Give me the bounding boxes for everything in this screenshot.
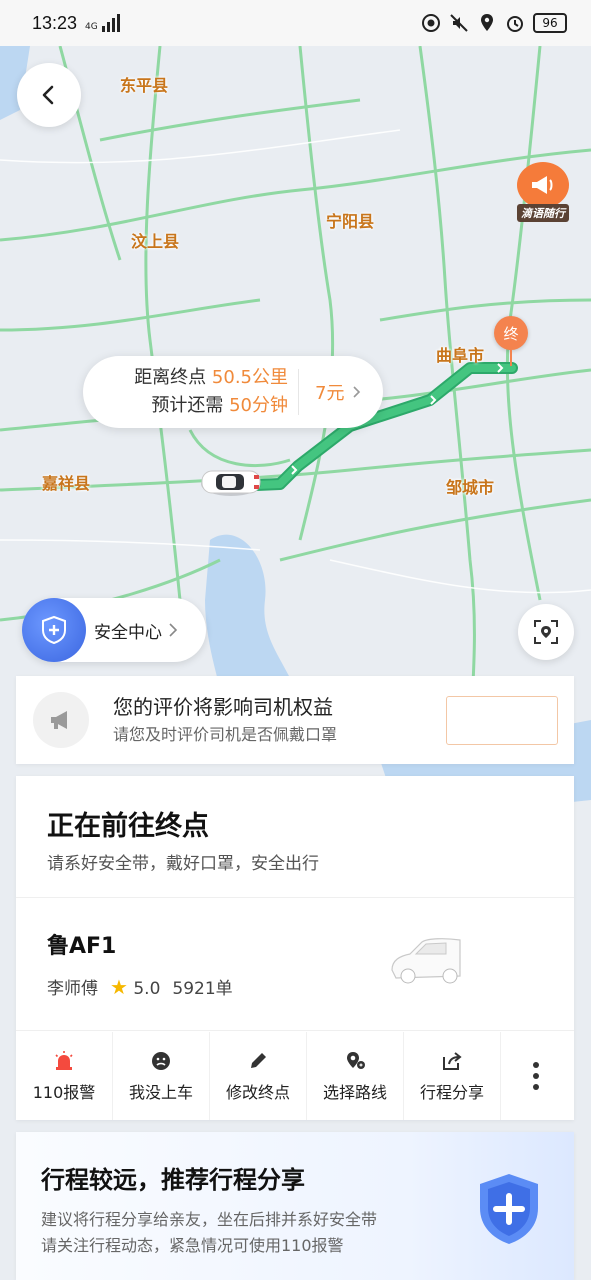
share-promo-card[interactable]: 行程较远，推荐行程分享 建议将行程分享给亲友，坐在后排并系好安全带 请关注行程动… — [16, 1132, 574, 1280]
record-icon — [422, 14, 440, 32]
time-remaining: 预计还需 50分钟 — [105, 392, 288, 420]
share-icon — [440, 1049, 464, 1073]
ride-status-hint: 请系好安全带，戴好口罩，安全出行 — [47, 854, 319, 874]
evaluation-prompt-card: 您的评价将影响司机权益 请您及时评价司机是否佩戴口罩 — [16, 676, 574, 764]
city-label: 东平县 — [120, 76, 169, 95]
shield-icon — [480, 1174, 538, 1244]
shield-icon — [22, 598, 86, 662]
divider — [16, 1030, 574, 1031]
evaluate-button[interactable] — [446, 696, 558, 745]
car-photo — [391, 938, 461, 984]
share-promo-line-2: 请关注行程动态，紧急情况可使用110报警 — [41, 1236, 344, 1255]
action-label: 修改终点 — [225, 1083, 290, 1102]
city-label: 汶上县 — [131, 232, 180, 251]
ride-status-card: 正在前往终点 请系好安全带，戴好口罩，安全出行 鲁AF1 李师傅 ★ 5.0 5… — [16, 776, 574, 1120]
driver-info: 李师傅 ★ 5.0 5921单 — [47, 974, 233, 1000]
back-button[interactable] — [17, 63, 81, 127]
police-110-button[interactable]: 110报警 — [16, 1032, 113, 1120]
chevron-right-icon — [353, 386, 361, 398]
share-trip-button[interactable]: 行程分享 — [404, 1032, 501, 1120]
not-boarded-button[interactable]: 我没上车 — [113, 1032, 210, 1120]
broadcast-tag: 滴语随行 — [517, 204, 569, 222]
locate-button[interactable] — [518, 604, 574, 660]
star-icon: ★ — [110, 974, 128, 999]
driver-name: 李师傅 — [47, 979, 98, 999]
megaphone-icon — [517, 162, 569, 208]
city-label: 宁阳县 — [326, 212, 375, 231]
time-value: 50分钟 — [229, 395, 288, 416]
sad-face-icon — [149, 1049, 173, 1073]
action-label: 我没上车 — [128, 1083, 193, 1102]
rating: ★ 5.0 — [110, 975, 160, 999]
ride-status-title: 正在前往终点 — [47, 811, 209, 842]
alarm-clock-icon — [507, 16, 523, 32]
city-label: 嘉祥县 — [42, 474, 91, 493]
destination-marker: 终 — [494, 316, 528, 370]
crosshair-icon — [534, 620, 558, 644]
clock: 13:23 — [32, 12, 78, 33]
distance-prefix: 距离终点 — [134, 367, 207, 388]
fare-amount: 7元 — [315, 383, 345, 404]
evaluation-subtitle: 请您及时评价司机是否佩戴口罩 — [113, 725, 338, 744]
pencil-icon — [246, 1049, 270, 1073]
fare-link[interactable]: 7元 — [309, 379, 362, 405]
city-label: 曲阜市 — [436, 346, 485, 365]
rating-value: 5.0 — [133, 978, 161, 999]
alarm-icon — [52, 1049, 76, 1073]
mute-icon — [450, 14, 468, 32]
route-pin-icon — [343, 1049, 367, 1073]
network-icon: 4G — [85, 14, 120, 32]
share-promo-title: 行程较远，推荐行程分享 — [41, 1166, 305, 1194]
change-destination-button[interactable]: 修改终点 — [210, 1032, 307, 1120]
megaphone-icon — [33, 692, 89, 748]
license-plate: 鲁AF1 — [47, 934, 117, 959]
location-icon — [481, 14, 493, 31]
more-vertical-icon — [524, 1062, 548, 1090]
action-label: 选择路线 — [322, 1083, 387, 1102]
trip-info-bubble[interactable]: 距离终点 50.5公里 预计还需 50分钟 7元 — [83, 356, 383, 428]
action-label: 行程分享 — [419, 1083, 484, 1102]
voice-broadcast-button[interactable]: 滴语随行 — [510, 162, 576, 228]
order-count: 5921单 — [172, 979, 233, 999]
safety-center-button[interactable]: 安全中心 — [22, 598, 206, 662]
evaluation-title: 您的评价将影响司机权益 — [113, 695, 333, 719]
distance-value: 50.5公里 — [211, 367, 288, 388]
time-prefix: 预计还需 — [151, 395, 224, 416]
network-type: 4G — [85, 22, 98, 32]
safety-center-label: 安全中心 — [94, 622, 162, 643]
action-bar: 110报警 我没上车 修改终点 选择路线 行程分享 — [16, 1032, 574, 1120]
chevron-left-icon — [42, 85, 54, 105]
status-bar: 13:23 4G 96 — [0, 0, 591, 46]
distance-remaining: 距离终点 50.5公里 — [105, 364, 288, 392]
battery-indicator: 96 — [533, 13, 567, 33]
destination-marker-label: 终 — [494, 316, 528, 350]
share-promo-line-1: 建议将行程分享给亲友，坐在后排并系好安全带 — [41, 1210, 378, 1229]
chevron-right-icon — [169, 623, 178, 637]
more-button[interactable] — [501, 1032, 571, 1120]
action-label: 110报警 — [32, 1083, 96, 1102]
divider — [16, 897, 574, 898]
city-label: 邹城市 — [446, 478, 495, 497]
choose-route-button[interactable]: 选择路线 — [307, 1032, 404, 1120]
car-marker-icon — [201, 470, 261, 496]
